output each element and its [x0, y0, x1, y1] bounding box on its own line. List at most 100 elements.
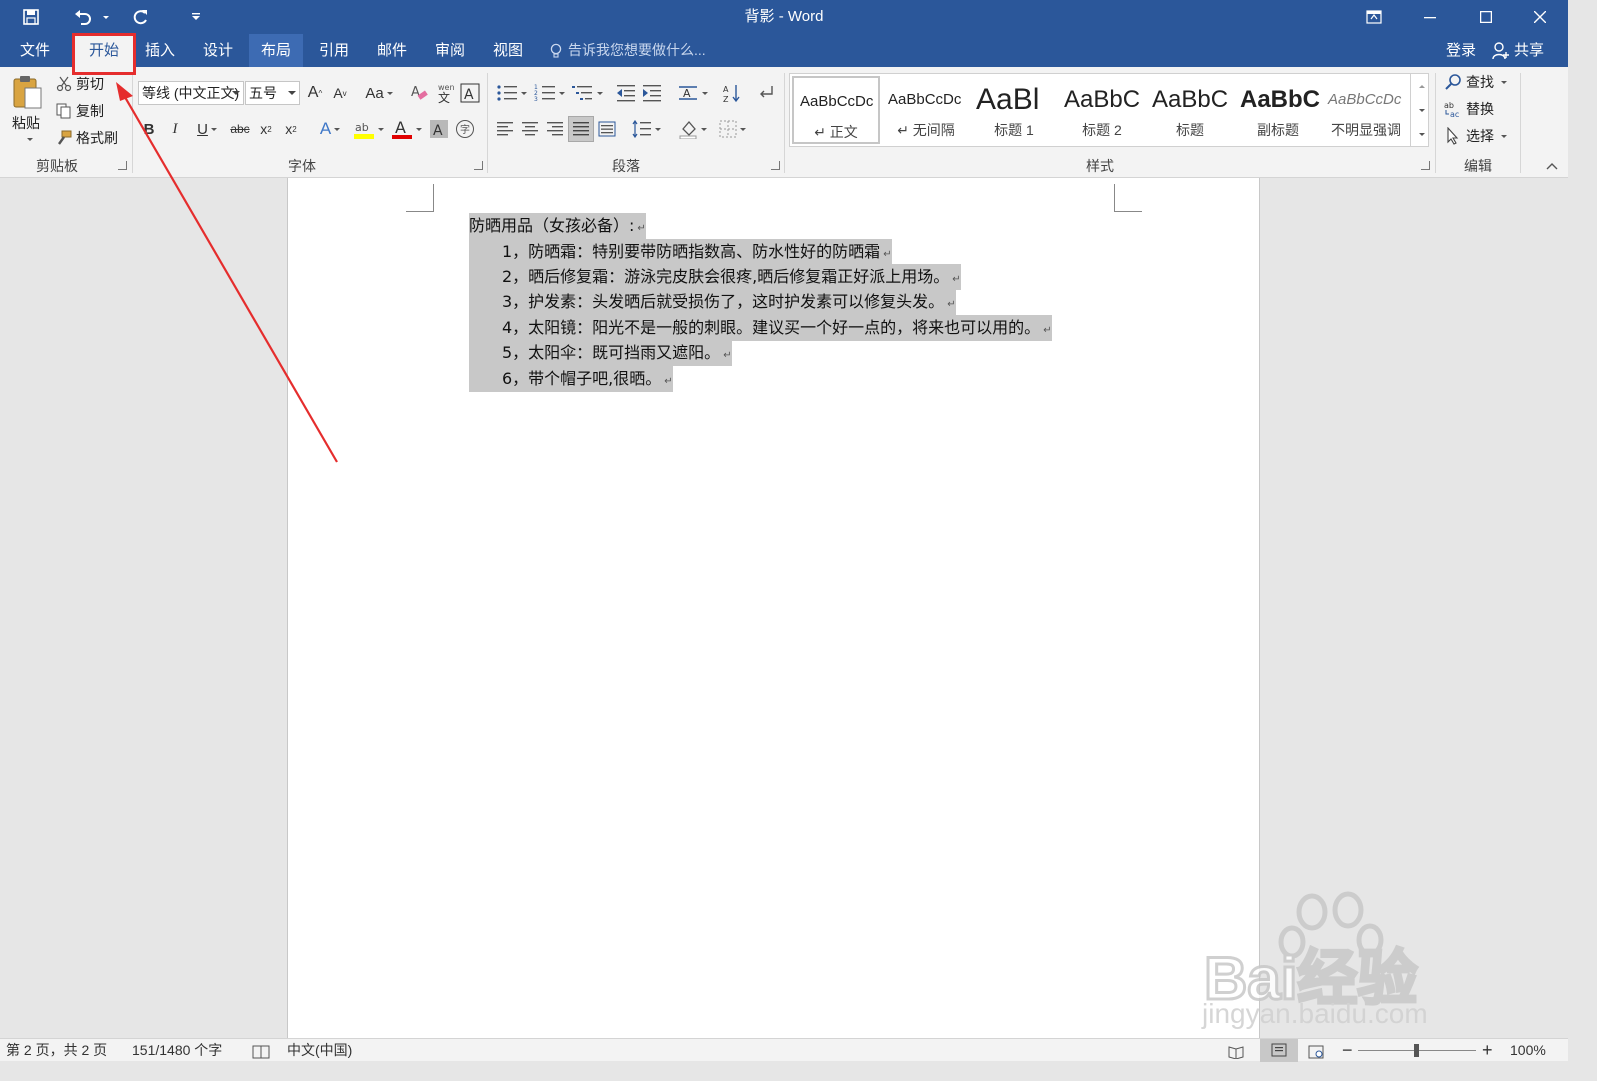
paste-icon[interactable]: [8, 73, 48, 113]
tab-mailings[interactable]: 邮件: [366, 34, 418, 67]
print-layout-icon[interactable]: [1260, 1039, 1298, 1062]
list-item[interactable]: 1，防晒霜：特别要带防晒指数高、防水性好的防晒霜 ↵: [469, 239, 892, 265]
highlight-color-icon[interactable]: ab: [350, 117, 386, 141]
read-mode-icon[interactable]: [1228, 1043, 1244, 1060]
paragraph-mark-icon: ↵: [952, 274, 961, 285]
list-item[interactable]: 2，晒后修复霜：游泳完皮肤会很疼,晒后修复霜正好派上用场。 ↵: [469, 264, 961, 290]
character-shading-icon[interactable]: A: [428, 117, 450, 141]
font-color-icon[interactable]: A: [388, 117, 424, 141]
style-subtitle[interactable]: AaBbC 副标题: [1234, 76, 1322, 144]
grow-font-icon[interactable]: A ^: [305, 81, 325, 105]
gallery-down-icon[interactable]: [1411, 100, 1429, 120]
line-text: 5，太阳伞：既可挡雨又遮阳。: [502, 343, 721, 362]
line-spacing-icon[interactable]: [628, 117, 664, 141]
multilevel-list-icon[interactable]: [570, 81, 604, 105]
web-layout-icon[interactable]: [1308, 1043, 1324, 1059]
zoom-level[interactable]: 100%: [1510, 1039, 1546, 1062]
tab-view[interactable]: 视图: [482, 34, 534, 67]
shading-icon[interactable]: [674, 117, 710, 141]
decrease-indent-icon[interactable]: [614, 81, 638, 105]
distributed-icon[interactable]: [596, 117, 618, 141]
character-border-icon[interactable]: A: [458, 81, 482, 105]
find-button[interactable]: 查找: [1444, 72, 1507, 92]
tab-design[interactable]: 设计: [192, 34, 244, 67]
style-heading-2[interactable]: AaBbC 标题 2: [1058, 76, 1146, 144]
italic-icon[interactable]: I: [164, 117, 186, 141]
title-bar: 背影 - Word: [0, 0, 1568, 34]
increase-indent-icon[interactable]: [640, 81, 664, 105]
shrink-font-icon[interactable]: Av: [330, 81, 350, 105]
style-subtle-emphasis-sample: AaBbCcDc: [1328, 91, 1402, 108]
list-item[interactable]: 5，太阳伞：既可挡雨又遮阳。 ↵: [469, 340, 732, 366]
tell-me-search[interactable]: 告诉我您想要做什么...: [550, 34, 706, 67]
zoom-out-icon[interactable]: −: [1342, 1039, 1353, 1062]
superscript-icon[interactable]: x2: [280, 117, 302, 141]
collapse-ribbon-icon[interactable]: [1544, 159, 1560, 173]
underline-icon[interactable]: U: [190, 117, 224, 141]
minimize-icon[interactable]: [1402, 0, 1458, 34]
style-no-spacing[interactable]: AaBbCcDc ↵ 无间隔: [882, 76, 970, 144]
ribbon-display-options-icon[interactable]: [1346, 0, 1402, 34]
align-right-icon[interactable]: [544, 117, 566, 141]
align-left-icon[interactable]: [494, 117, 516, 141]
strikethrough-icon[interactable]: abc: [228, 117, 252, 141]
font-name-combo[interactable]: 等线 (中文正文): [138, 81, 244, 105]
sign-in-link[interactable]: 登录: [1446, 34, 1476, 67]
document-page[interactable]: 防晒用品（女孩必备）: ↵ 1，防晒霜：特别要带防晒指数高、防水性好的防晒霜 ↵ 2…: [287, 178, 1260, 1038]
proofing-icon[interactable]: [252, 1043, 270, 1059]
paragraph-launcher-icon[interactable]: [771, 161, 780, 170]
style-subtle-emphasis[interactable]: AaBbCcDc 不明显强调: [1322, 76, 1410, 144]
numbering-icon[interactable]: 123: [532, 81, 566, 105]
paste-label[interactable]: 粘贴: [12, 113, 40, 133]
gallery-more-icon[interactable]: [1411, 124, 1429, 144]
clipboard-launcher-icon[interactable]: [118, 161, 127, 170]
select-button[interactable]: 选择: [1444, 126, 1507, 146]
close-icon[interactable]: [1512, 0, 1568, 34]
style-heading-1[interactable]: AaBl 标题 1: [970, 76, 1058, 144]
zoom-slider-thumb[interactable]: [1414, 1044, 1419, 1057]
tab-insert[interactable]: 插入: [135, 34, 185, 67]
replace-button[interactable]: ab ac 替换: [1444, 99, 1494, 119]
tab-file[interactable]: 文件: [8, 34, 62, 67]
sort-icon[interactable]: AZ: [720, 81, 744, 105]
justify-icon[interactable]: [568, 116, 594, 142]
change-case-icon[interactable]: Aa: [362, 81, 396, 105]
paste-dropdown-icon[interactable]: [22, 135, 34, 143]
list-item[interactable]: 6，带个帽子吧,很晒。 ↵: [469, 366, 673, 392]
gallery-up-icon[interactable]: [1411, 76, 1429, 96]
style-title[interactable]: AaBbC 标题: [1146, 76, 1234, 144]
styles-launcher-icon[interactable]: [1421, 161, 1430, 170]
svg-text:3: 3: [534, 96, 538, 102]
list-item[interactable]: 3，护发素：头发晒后就受损伤了，这时护发素可以修复头发。 ↵: [469, 289, 956, 315]
language-indicator[interactable]: 中文(中国): [287, 1039, 352, 1062]
bullets-icon[interactable]: [494, 81, 528, 105]
tab-review[interactable]: 审阅: [424, 34, 476, 67]
gallery-scroll: [1410, 74, 1428, 146]
show-marks-icon[interactable]: [754, 81, 778, 105]
align-center-icon[interactable]: [519, 117, 541, 141]
bold-icon[interactable]: B: [138, 117, 160, 141]
text-effects-icon[interactable]: A: [312, 117, 348, 141]
zoom-in-icon[interactable]: +: [1482, 1039, 1493, 1062]
font-launcher-icon[interactable]: [474, 161, 483, 170]
tab-layout[interactable]: 布局: [249, 34, 303, 67]
maximize-icon[interactable]: [1458, 0, 1514, 34]
list-item[interactable]: 4，太阳镜：阳光不是一般的刺眼。建议买一个好一点的，将来也可以用的。 ↵: [469, 315, 1052, 341]
document-heading-line[interactable]: 防晒用品（女孩必备）: ↵: [469, 213, 646, 239]
page-indicator[interactable]: 第 2 页，共 2 页: [6, 1039, 107, 1062]
subscript-icon[interactable]: x2: [255, 117, 277, 141]
enclose-characters-icon[interactable]: 字: [454, 117, 476, 141]
cut-button[interactable]: 剪切: [56, 74, 104, 94]
style-normal[interactable]: AaBbCcDc ↵ 正文: [792, 76, 880, 144]
copy-button[interactable]: 复制: [56, 101, 104, 121]
group-separator: [132, 73, 133, 173]
tab-references[interactable]: 引用: [308, 34, 360, 67]
phonetic-guide-icon[interactable]: wen 文: [434, 81, 456, 105]
font-size-combo[interactable]: 五号: [245, 81, 300, 105]
format-painter-button[interactable]: 格式刷: [56, 128, 118, 148]
share-button[interactable]: 共享: [1492, 34, 1544, 67]
clear-formatting-icon[interactable]: A: [408, 81, 432, 105]
word-count[interactable]: 151/1480 个字: [132, 1039, 222, 1062]
asian-layout-icon[interactable]: A: [674, 81, 710, 105]
borders-icon[interactable]: [714, 117, 750, 141]
